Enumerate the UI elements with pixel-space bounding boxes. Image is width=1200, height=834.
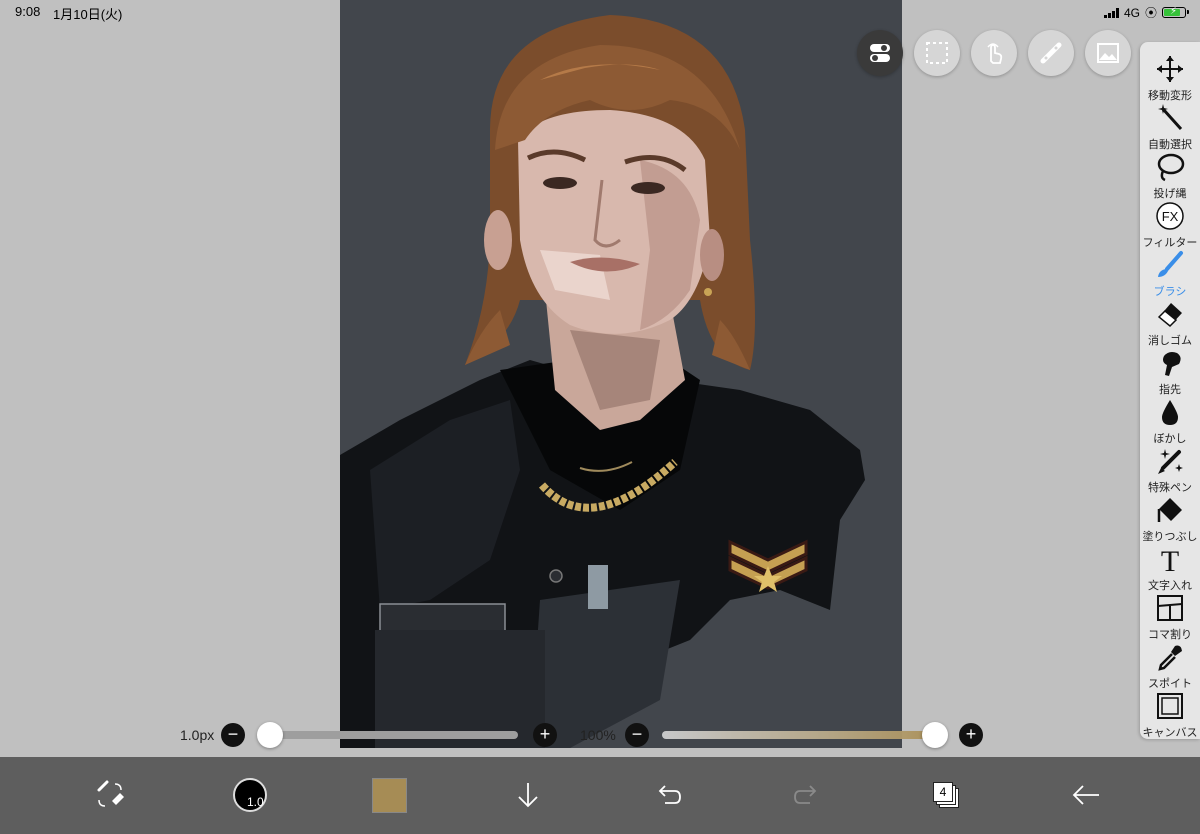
text-icon: T [1161,545,1179,574]
tool-text[interactable]: T 文字入れ [1140,542,1200,592]
layer-count: 4 [939,785,947,799]
lasso-icon [1157,153,1185,182]
tool-special-pen[interactable]: 特殊ペン [1140,444,1200,494]
selection-rect-icon [926,42,948,64]
undo-button[interactable] [640,767,696,823]
back-button[interactable] [1058,767,1114,823]
bottom-toolbar: 1.0 4 [0,757,1200,834]
sparkle-pen-icon [1158,449,1183,474]
tool-fill[interactable]: 塗りつぶし [1140,493,1200,543]
brush-settings-button[interactable]: 1.0 [222,767,278,823]
finger-icon [1163,352,1181,376]
tool-blur[interactable]: ぼかし [1140,395,1200,445]
toggle-button[interactable] [857,30,903,76]
image-icon [1097,43,1119,63]
status-date: 1月10日(火) [53,7,123,22]
battery-icon: ⚡ [1162,6,1189,18]
status-right: 4G ⦿ ⚡ [1103,4,1189,21]
tool-eyedropper[interactable]: スポイト [1140,640,1200,690]
redo-button[interactable] [779,767,835,823]
opacity-label: 100% [580,727,616,743]
tool-magic-select[interactable]: 自動選択 [1140,101,1200,151]
tool-smudge[interactable]: 指先 [1140,346,1200,396]
touch-gesture-icon [987,43,1003,64]
frame-divider-icon [1157,595,1183,621]
brush-size-label: 1.0px [180,727,215,743]
tool-lasso[interactable]: 投げ縄 [1140,150,1200,200]
tool-brush[interactable]: ブラシ [1140,248,1200,298]
redo-icon [794,785,817,804]
drop-icon [1162,400,1178,425]
status-time: 9:08 [15,4,41,19]
move-arrows-icon [1157,56,1183,82]
arrow-left-icon [1072,785,1099,805]
tool-transform[interactable]: 移動変形 [1140,52,1200,102]
size-slider-knob[interactable] [257,722,283,748]
tool-panel: 移動変形 自動選択 投げ縄 FX フィルター ブラシ 消しゴム 指先 ぼかし 特… [1140,42,1200,739]
svg-text:T: T [1161,545,1179,574]
magic-wand-icon [1158,104,1183,131]
undo-icon [658,785,681,804]
brush-size-preview: 1.0 [233,778,267,812]
swap-pen-eraser-button[interactable] [82,767,138,823]
tool-eraser[interactable]: 消しゴム [1140,297,1200,347]
canvas-icon [1157,693,1183,719]
tool-canvas[interactable]: キャンバス [1140,689,1200,739]
color-button[interactable] [361,767,417,823]
current-color-swatch [371,777,407,813]
brush-icon [1158,251,1183,277]
size-minus-button[interactable]: − [221,723,245,747]
pen-eraser-switch-icon [97,780,124,807]
network-label: 4G [1123,5,1140,20]
layers-icon: 4 [933,782,959,808]
eyedropper-icon [1158,645,1182,671]
bucket-icon [1157,498,1182,522]
tool-frame-divider[interactable]: コマ割り [1140,591,1200,641]
gesture-button[interactable] [971,30,1017,76]
arrow-down-icon [518,783,538,808]
signal-icon [1103,7,1119,18]
selection-button[interactable] [914,30,960,76]
drawing-canvas[interactable] [340,0,902,748]
save-down-button[interactable] [500,767,556,823]
fx-icon: FX [1156,202,1184,230]
svg-text:FX: FX [1162,209,1179,224]
toggle-icon [870,44,890,62]
opacity-slider-knob[interactable] [922,722,948,748]
size-slider-track[interactable] [260,731,518,739]
portrait-artwork [340,15,865,748]
ruler-icon [1040,42,1062,64]
image-button[interactable] [1085,30,1131,76]
eraser-icon [1157,303,1182,328]
opacity-minus-button[interactable]: − [625,723,649,747]
ruler-button[interactable] [1028,30,1074,76]
tool-filter[interactable]: FX フィルター [1140,199,1200,249]
layers-button[interactable]: 4 [918,767,974,823]
orientation-lock-icon: ⦿ [1144,6,1157,20]
opacity-plus-button[interactable]: + [959,723,983,747]
size-plus-button[interactable]: + [533,723,557,747]
opacity-slider-track[interactable] [662,731,945,739]
